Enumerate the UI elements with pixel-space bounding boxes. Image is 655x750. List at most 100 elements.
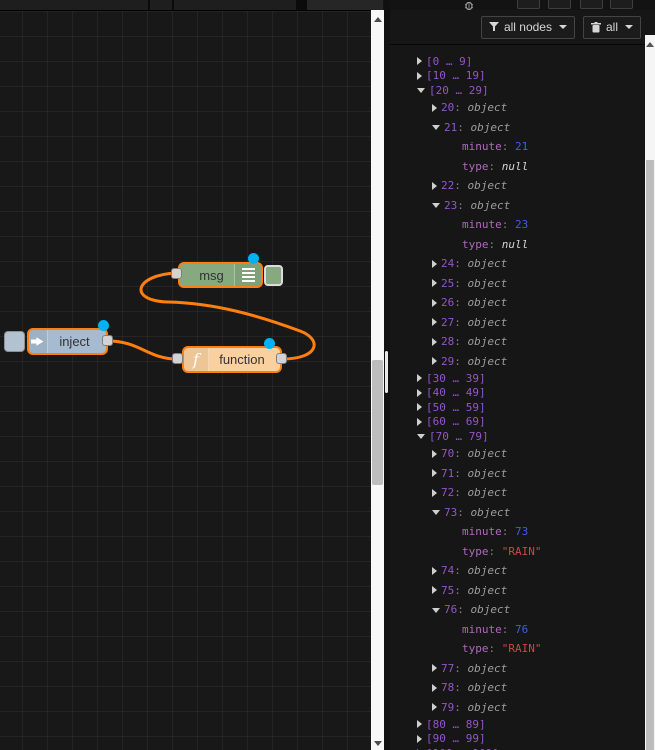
- workspace-tab[interactable]: [150, 0, 172, 10]
- node-function[interactable]: f function: [182, 346, 282, 373]
- workspace-tab[interactable]: [174, 0, 296, 10]
- header-button[interactable]: [610, 0, 633, 9]
- chevron-right-icon[interactable]: [432, 488, 437, 497]
- chevron-right-icon[interactable]: [432, 181, 437, 190]
- array-range-label: [50 … 59]: [426, 400, 486, 414]
- flow-canvas[interactable]: inject msg f function: [0, 10, 383, 750]
- clear-messages-dropdown[interactable]: all: [582, 15, 641, 39]
- chevron-right-icon[interactable]: [432, 664, 437, 672]
- tree-row[interactable]: 76: object: [390, 600, 645, 620]
- chevron-right-icon[interactable]: [432, 357, 437, 366]
- header-button[interactable]: [580, 0, 603, 9]
- tree-row[interactable]: 71: object: [390, 463, 645, 483]
- debug-sidebar: all nodes all [0 … 9] [10 … 19] [20 … 29] 2…: [390, 10, 655, 750]
- node-label: inject: [59, 334, 90, 349]
- canvas-scrollbar-thumb[interactable]: [372, 360, 383, 485]
- node-debug-msg[interactable]: msg: [178, 262, 263, 288]
- chevron-right-icon[interactable]: [432, 259, 437, 268]
- tree-row[interactable]: [30 … 39]: [390, 371, 645, 386]
- tree-row[interactable]: 20: object: [390, 98, 645, 118]
- tree-row[interactable]: 72: object: [390, 483, 645, 503]
- tree-row[interactable]: 74: object: [390, 561, 645, 581]
- chevron-right-icon[interactable]: [417, 71, 422, 80]
- resize-grip[interactable]: [385, 351, 388, 393]
- chevron-right-icon[interactable]: [417, 734, 422, 743]
- debug-toggle-button[interactable]: [264, 265, 283, 286]
- canvas-scrollbar[interactable]: [371, 10, 384, 750]
- chevron-right-icon[interactable]: [432, 318, 437, 327]
- scroll-up-icon[interactable]: [645, 37, 655, 51]
- debug-input-port[interactable]: [171, 268, 182, 279]
- array-index: 26: [441, 296, 455, 310]
- tree-row: minute: 23: [462, 218, 529, 232]
- tree-row[interactable]: [60 … 69]: [390, 415, 645, 430]
- header-button[interactable]: [548, 0, 571, 9]
- filter-nodes-dropdown[interactable]: all nodes: [480, 15, 575, 39]
- tree-row[interactable]: 73: object: [390, 502, 645, 522]
- tree-row[interactable]: [80 … 89]: [390, 717, 645, 732]
- tree-row: type: null: [462, 237, 529, 251]
- tree-row[interactable]: 27: object: [390, 312, 645, 332]
- object-type-label: object: [467, 179, 508, 193]
- tree-row[interactable]: [50 … 59]: [390, 400, 645, 415]
- inject-trigger-button[interactable]: [4, 331, 25, 352]
- chevron-right-icon[interactable]: [432, 449, 437, 458]
- tree-row[interactable]: 77: object: [390, 658, 645, 678]
- function-input-port[interactable]: [172, 353, 183, 364]
- tree-row[interactable]: 24: object: [390, 254, 645, 274]
- tree-row[interactable]: 25: object: [390, 273, 645, 293]
- chevron-down-icon[interactable]: [432, 510, 440, 515]
- chevron-down-icon[interactable]: [432, 203, 440, 209]
- sidebar-scrollbar[interactable]: [645, 35, 655, 750]
- inject-output-port[interactable]: [102, 335, 113, 346]
- tree-row[interactable]: [10 … 19]: [390, 69, 645, 84]
- tree-row[interactable]: [70 … 79]: [390, 429, 645, 444]
- tree-row[interactable]: [100 … 109]: [390, 746, 645, 750]
- tree-row[interactable]: 26: object: [390, 293, 645, 313]
- function-output-port[interactable]: [276, 353, 287, 364]
- tree-row[interactable]: 22: object: [390, 176, 645, 196]
- tree-row[interactable]: 21: object: [390, 117, 645, 137]
- chevron-right-icon[interactable]: [432, 337, 437, 346]
- scroll-down-icon[interactable]: [371, 736, 384, 750]
- chevron-right-icon[interactable]: [432, 566, 437, 575]
- tree-row[interactable]: [40 … 49]: [390, 385, 645, 400]
- header-button[interactable]: [517, 0, 540, 9]
- chevron-right-icon[interactable]: [417, 57, 422, 66]
- chevron-down-icon[interactable]: [417, 434, 425, 440]
- chevron-down-icon[interactable]: [432, 125, 440, 131]
- workspace-tab-active[interactable]: [307, 0, 383, 10]
- chevron-right-icon[interactable]: [432, 469, 437, 477]
- chevron-down-icon[interactable]: [432, 607, 440, 613]
- scroll-up-icon[interactable]: [371, 12, 384, 26]
- chevron-right-icon[interactable]: [417, 403, 422, 412]
- chevron-right-icon[interactable]: [432, 103, 437, 112]
- workspace-tab[interactable]: [0, 0, 148, 10]
- chevron-right-icon[interactable]: [417, 720, 422, 729]
- chevron-right-icon[interactable]: [432, 279, 437, 288]
- chevron-right-icon[interactable]: [417, 417, 422, 426]
- tree-row[interactable]: [20 … 29]: [390, 83, 645, 98]
- tree-row[interactable]: 28: object: [390, 332, 645, 352]
- chevron-right-icon[interactable]: [432, 703, 437, 711]
- tree-row[interactable]: 23: object: [390, 195, 645, 215]
- array-range-label: [60 … 69]: [426, 415, 486, 429]
- tree-row[interactable]: [90 … 99]: [390, 731, 645, 746]
- sidebar-scrollbar-thumb[interactable]: [646, 160, 654, 750]
- tree-row[interactable]: 79: object: [390, 697, 645, 717]
- chevron-down-icon[interactable]: [417, 88, 425, 94]
- tree-row[interactable]: 75: object: [390, 580, 645, 600]
- tree-row[interactable]: 29: object: [390, 351, 645, 371]
- debug-toolbar: all nodes all: [390, 10, 655, 45]
- tree-row[interactable]: 70: object: [390, 444, 645, 464]
- chevron-right-icon[interactable]: [432, 683, 437, 692]
- node-inject[interactable]: inject: [27, 328, 108, 355]
- node-label: msg: [199, 267, 224, 283]
- tree-row[interactable]: 78: object: [390, 678, 645, 698]
- array-index: 75: [441, 583, 455, 597]
- tree-row[interactable]: [0 … 9]: [390, 54, 645, 69]
- chevron-right-icon[interactable]: [432, 586, 437, 594]
- chevron-right-icon[interactable]: [417, 388, 422, 397]
- chevron-right-icon[interactable]: [432, 298, 437, 307]
- chevron-right-icon[interactable]: [417, 374, 422, 383]
